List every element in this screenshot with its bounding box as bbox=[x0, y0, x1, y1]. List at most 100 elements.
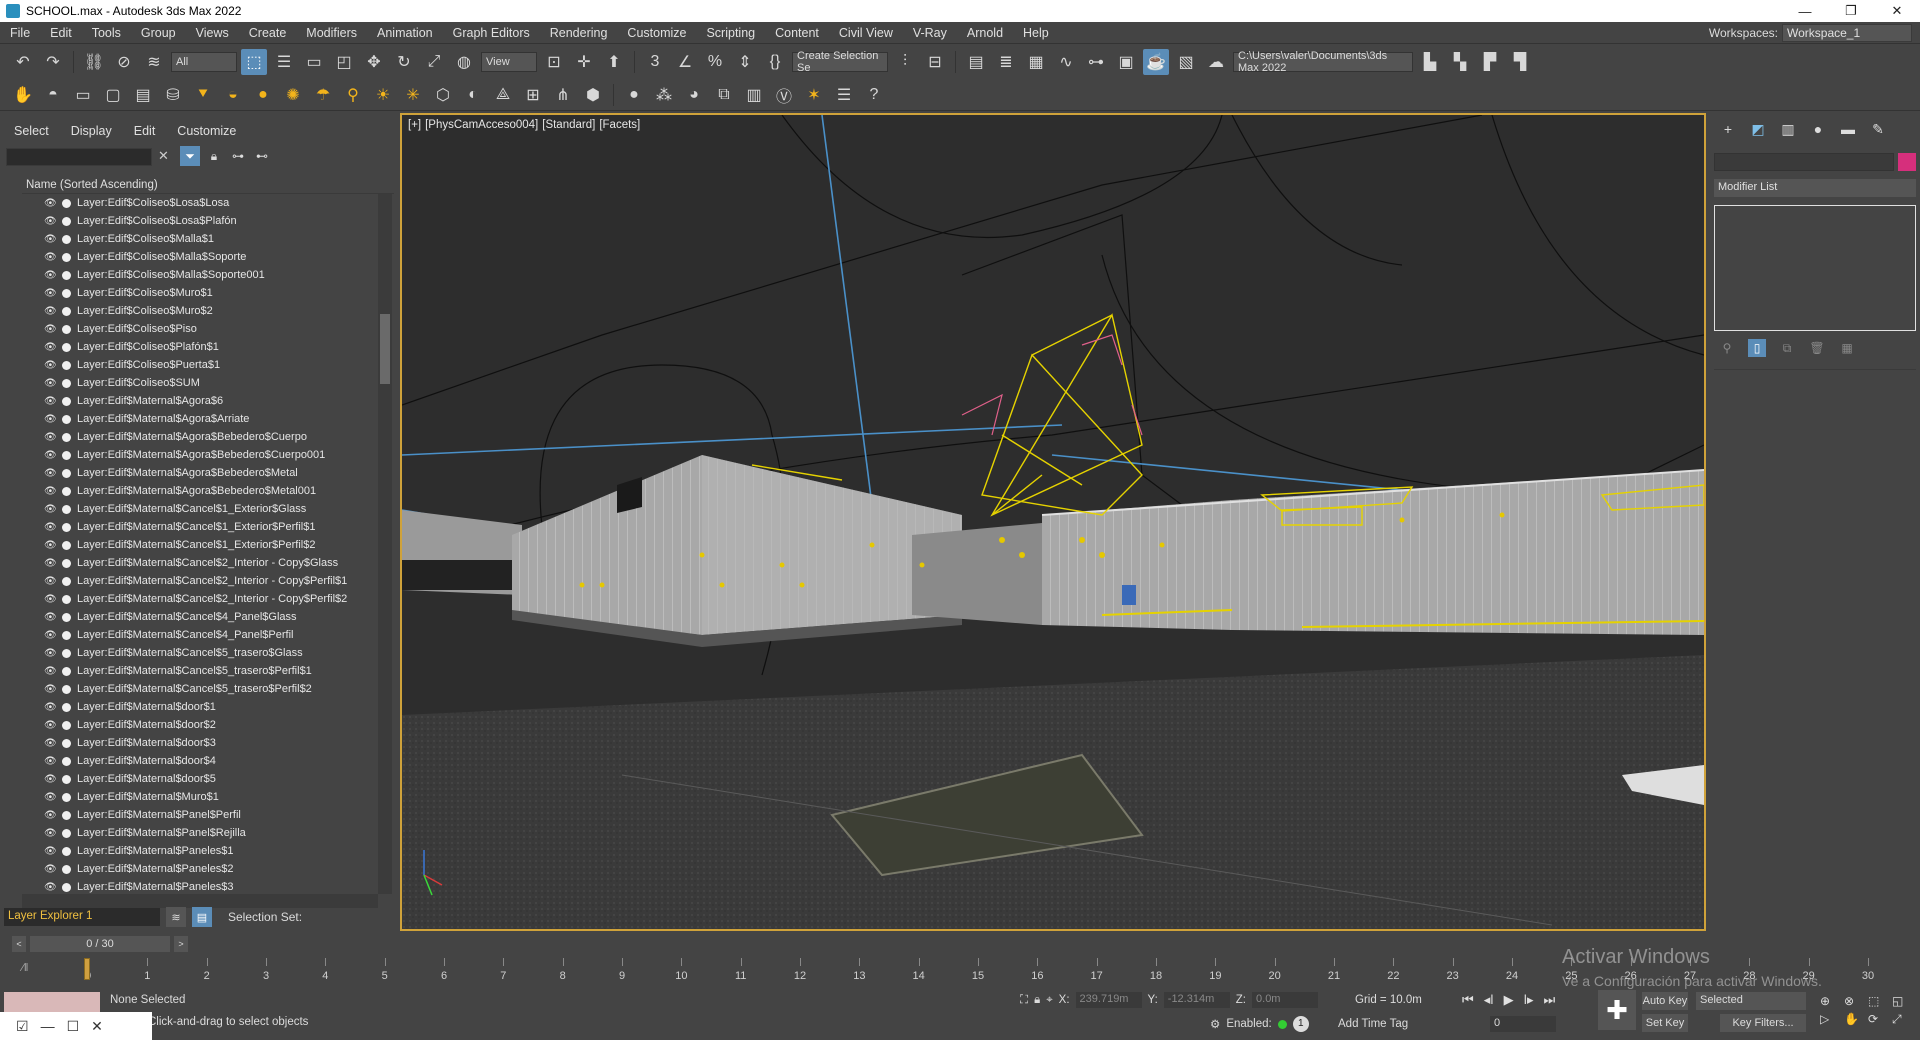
visibility-eye-icon[interactable]: 👁︎ bbox=[44, 684, 58, 695]
modify-tab-icon[interactable]: ◩ bbox=[1748, 119, 1768, 139]
visibility-eye-icon[interactable]: 👁︎ bbox=[44, 558, 58, 569]
layer-row[interactable]: 👁︎ Layer:Edif$Maternal$Cancel$5_trasero$G… bbox=[22, 644, 378, 662]
visibility-eye-icon[interactable]: 👁︎ bbox=[44, 324, 58, 335]
visibility-eye-icon[interactable]: 👁︎ bbox=[44, 414, 58, 425]
set-key-button[interactable]: Set Key bbox=[1642, 1014, 1688, 1032]
layer-row[interactable]: 👁︎ Layer:Edif$Maternal$door$2 bbox=[22, 716, 378, 734]
explorer-search-input[interactable] bbox=[6, 148, 152, 166]
renderable-dot-icon[interactable] bbox=[62, 198, 71, 208]
vray-sunlight-icon[interactable]: ☀ bbox=[370, 82, 396, 108]
asset-tracking-icon[interactable]: ▢ bbox=[100, 82, 126, 108]
project-set-icon[interactable]: ▚ bbox=[1447, 49, 1473, 75]
schematic-view-icon[interactable]: ⊶ bbox=[1083, 49, 1109, 75]
clear-search-icon[interactable]: ✕ bbox=[158, 148, 169, 164]
visibility-eye-icon[interactable]: 👁︎ bbox=[44, 360, 58, 371]
visibility-eye-icon[interactable]: 👁︎ bbox=[44, 378, 58, 389]
menu-rendering[interactable]: Rendering bbox=[540, 26, 618, 40]
layer-row[interactable]: 👁︎ Layer:Edif$Maternal$Cancel$5_trasero$P… bbox=[22, 662, 378, 680]
visibility-eye-icon[interactable]: 👁︎ bbox=[44, 450, 58, 461]
visibility-eye-icon[interactable]: 👁︎ bbox=[44, 270, 58, 281]
layer-row[interactable]: 👁︎ Layer:Edif$Coliseo$Malla$Soporte001 bbox=[22, 266, 378, 284]
link-icon[interactable]: ⛓ bbox=[81, 49, 107, 75]
renderable-dot-icon[interactable] bbox=[62, 540, 71, 550]
close-button[interactable]: ✕ bbox=[1874, 0, 1920, 22]
layer-explorer-icon[interactable]: ≣ bbox=[993, 49, 1019, 75]
select-by-name-icon[interactable]: ☰ bbox=[271, 49, 297, 75]
visibility-eye-icon[interactable]: 👁︎ bbox=[44, 198, 58, 209]
renderable-dot-icon[interactable] bbox=[62, 666, 71, 676]
vray-sphere-light-icon[interactable]: ● bbox=[250, 82, 276, 108]
maximize-viewport-icon[interactable]: ⤢ bbox=[1892, 1012, 1914, 1027]
object-name-input[interactable] bbox=[1714, 153, 1894, 171]
renderable-dot-icon[interactable] bbox=[62, 846, 71, 856]
visibility-eye-icon[interactable]: 👁︎ bbox=[44, 396, 58, 407]
layer-row[interactable]: 👁︎ Layer:Edif$Maternal$Cancel$5_trasero$P… bbox=[22, 680, 378, 698]
modifier-stack[interactable] bbox=[1714, 205, 1916, 331]
spinner-snap-icon[interactable]: ⇕ bbox=[732, 49, 758, 75]
vray-check-icon[interactable]: ☑ bbox=[16, 1018, 29, 1035]
viewport-label[interactable]: [+] [PhysCamAcceso004] [Standard] [Facets] bbox=[408, 119, 644, 131]
renderable-dot-icon[interactable] bbox=[62, 882, 71, 892]
renderable-dot-icon[interactable] bbox=[62, 288, 71, 298]
next-frame-arrow-icon[interactable]: > bbox=[174, 936, 188, 952]
key-mode-dropdown[interactable]: Selected bbox=[1696, 992, 1806, 1010]
current-frame-field[interactable]: 0 bbox=[1490, 1016, 1556, 1032]
select-object-icon[interactable]: ⬚ bbox=[241, 49, 267, 75]
x-coord-field[interactable]: 239.719m bbox=[1075, 992, 1142, 1008]
layer-row[interactable]: 👁︎ Layer:Edif$Maternal$Agora$Bebedero$Cue… bbox=[22, 446, 378, 464]
renderable-dot-icon[interactable] bbox=[62, 594, 71, 604]
scene-states-icon[interactable]: ▤ bbox=[130, 82, 156, 108]
make-unique-icon[interactable]: ⧉ bbox=[1778, 339, 1796, 357]
layer-row[interactable]: 👁︎ Layer:Edif$Coliseo$SUM bbox=[22, 374, 378, 392]
rendered-frame-icon[interactable]: ▧ bbox=[1173, 49, 1199, 75]
field-of-view-icon[interactable]: ▷ bbox=[1820, 1012, 1842, 1027]
sort-layers-icon[interactable]: ⊷ bbox=[252, 146, 272, 166]
visibility-eye-icon[interactable]: 👁︎ bbox=[44, 720, 58, 731]
visibility-eye-icon[interactable]: 👁︎ bbox=[44, 666, 58, 677]
zoom-extents-all-icon[interactable]: ◱ bbox=[1892, 994, 1914, 1008]
menu-graph-editors[interactable]: Graph Editors bbox=[443, 26, 540, 40]
layer-row[interactable]: 👁︎ Layer:Edif$Coliseo$Muro$1 bbox=[22, 284, 378, 302]
renderable-dot-icon[interactable] bbox=[62, 306, 71, 316]
maximize-icon[interactable]: ☐ bbox=[67, 1018, 80, 1035]
renderable-dot-icon[interactable] bbox=[62, 720, 71, 730]
layer-row[interactable]: 👁︎ Layer:Edif$Maternal$door$5 bbox=[22, 770, 378, 788]
layer-row[interactable]: 👁︎ Layer:Edif$Maternal$Cancel$1_Exterior$… bbox=[22, 518, 378, 536]
layer-explorer-toggle-icon[interactable]: ▤ bbox=[192, 907, 212, 927]
renderable-dot-icon[interactable] bbox=[62, 234, 71, 244]
minimize-icon[interactable]: — bbox=[41, 1018, 55, 1034]
y-coord-field[interactable]: -12.314m bbox=[1163, 992, 1230, 1008]
render-setup-icon[interactable]: ☕ bbox=[1143, 49, 1169, 75]
layer-row[interactable]: 👁︎ Layer:Edif$Coliseo$Piso bbox=[22, 320, 378, 338]
visibility-eye-icon[interactable]: 👁︎ bbox=[44, 810, 58, 821]
show-end-result-icon[interactable]: ▯ bbox=[1748, 339, 1766, 357]
gear-icon[interactable]: ⚙ bbox=[1210, 1017, 1220, 1031]
bind-spacewarp-icon[interactable]: ≋ bbox=[141, 49, 167, 75]
visibility-eye-icon[interactable]: 👁︎ bbox=[44, 630, 58, 641]
percent-snap-icon[interactable]: % bbox=[702, 49, 728, 75]
renderable-dot-icon[interactable] bbox=[62, 414, 71, 424]
project-open-icon[interactable]: ▛ bbox=[1477, 49, 1503, 75]
layer-row[interactable]: 👁︎ Layer:Edif$Maternal$Cancel$1_Exterior$… bbox=[22, 536, 378, 554]
renderable-dot-icon[interactable] bbox=[62, 558, 71, 568]
edit-named-sets-icon[interactable]: {} bbox=[762, 49, 788, 75]
layer-row[interactable]: 👁︎ Layer:Edif$Maternal$Agora$Bebedero$Met… bbox=[22, 482, 378, 500]
visibility-eye-icon[interactable]: 👁︎ bbox=[44, 594, 58, 605]
visibility-eye-icon[interactable]: 👁︎ bbox=[44, 504, 58, 515]
layer-row[interactable]: 👁︎ Layer:Edif$Maternal$Panel$Perfil bbox=[22, 806, 378, 824]
visibility-eye-icon[interactable]: 👁︎ bbox=[44, 774, 58, 785]
object-paint-icon[interactable]: ✋ bbox=[10, 82, 36, 108]
configure-sets-icon[interactable]: ▦ bbox=[1838, 339, 1856, 357]
visibility-eye-icon[interactable]: 👁︎ bbox=[44, 864, 58, 875]
menu-animation[interactable]: Animation bbox=[367, 26, 443, 40]
absolute-mode-icon[interactable]: ⌖ bbox=[1046, 994, 1052, 1007]
menu-scripting[interactable]: Scripting bbox=[696, 26, 765, 40]
layer-row[interactable]: 👁︎ Layer:Edif$Maternal$Cancel$2_Interior … bbox=[22, 554, 378, 572]
lock-icon[interactable]: 🔒︎ bbox=[204, 146, 224, 166]
visibility-eye-icon[interactable]: 👁︎ bbox=[44, 540, 58, 551]
object-color-swatch[interactable] bbox=[1898, 153, 1916, 171]
viewport-menu-plus[interactable]: [+] bbox=[408, 119, 421, 131]
workspace-dropdown[interactable]: Workspace_1 bbox=[1782, 24, 1912, 42]
vray-fur-icon[interactable]: ◐ bbox=[460, 82, 486, 108]
explorer-name-dropdown[interactable]: Layer Explorer 1 bbox=[4, 908, 160, 926]
